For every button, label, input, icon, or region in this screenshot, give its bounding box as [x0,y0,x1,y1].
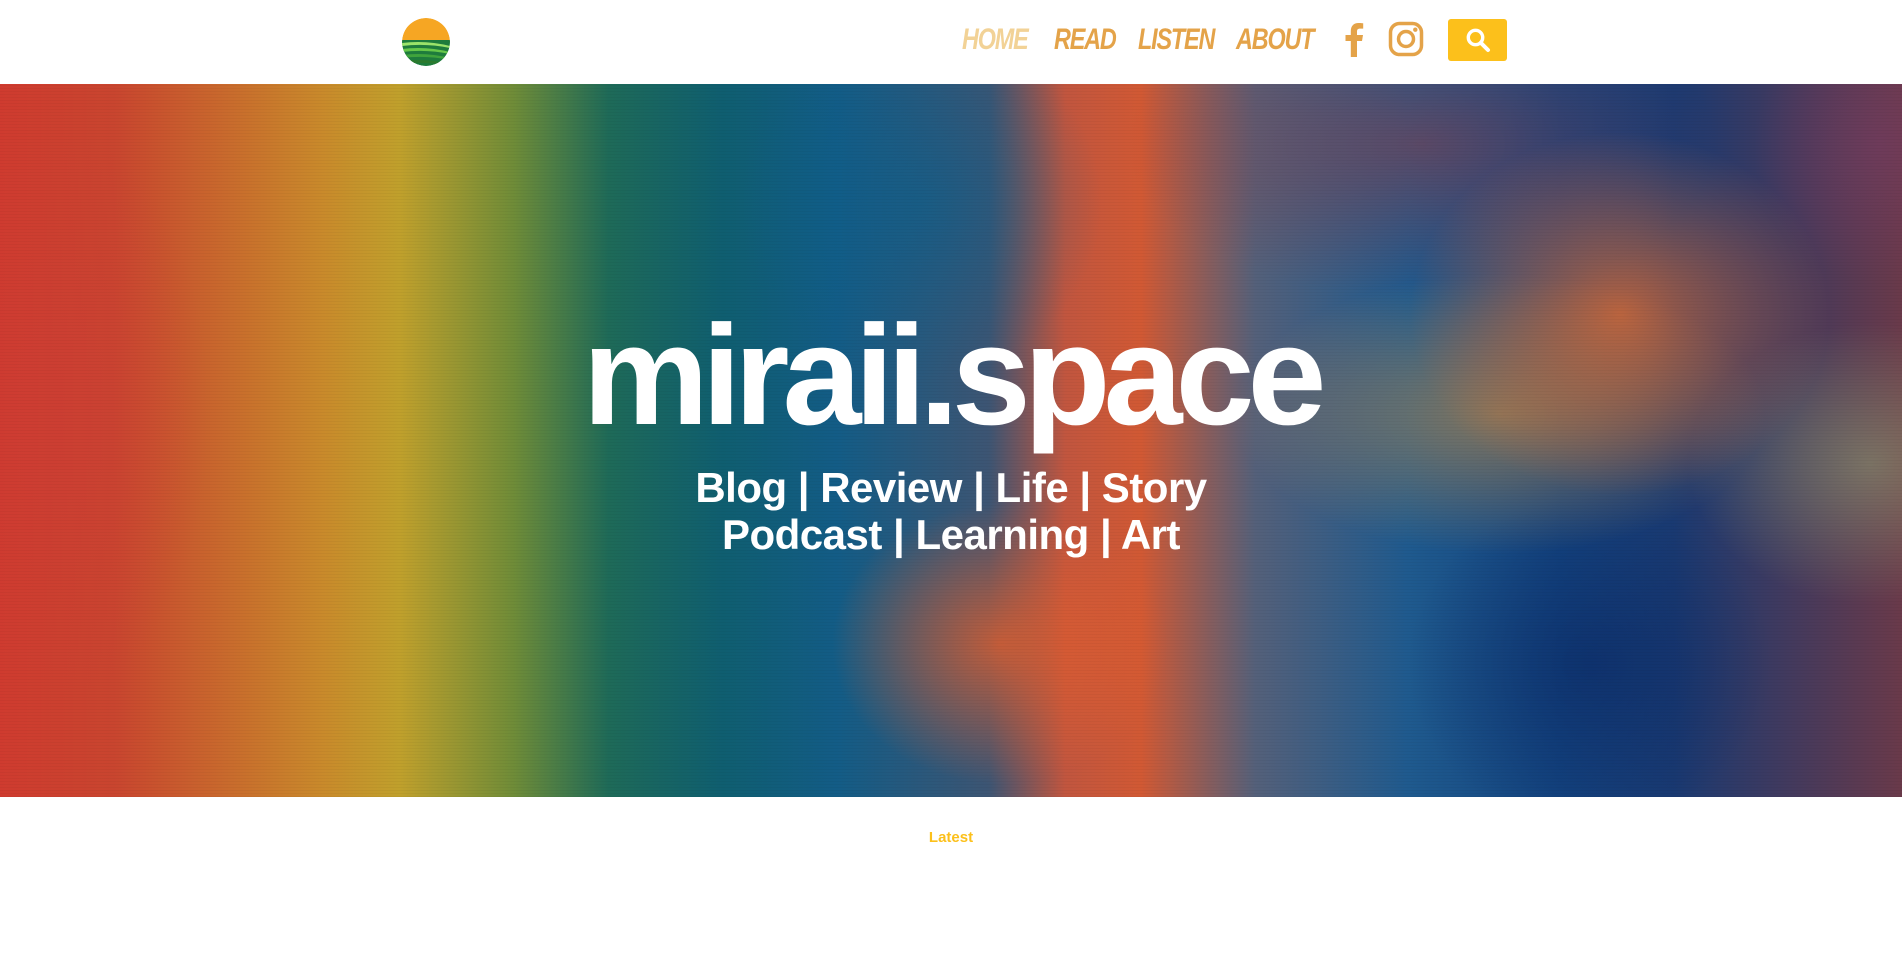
latest-section-label: Latest [928,829,974,846]
nav-read[interactable]: Read [1054,20,1117,60]
nav-about[interactable]: About [1236,20,1315,60]
instagram-icon [1388,21,1424,57]
site-title: miraii.space [582,296,1327,455]
tagline-line-1: Blog | Review | Life | Story [695,464,1207,511]
facebook-icon [1345,23,1364,57]
instagram-link[interactable] [1388,21,1424,57]
tagline-line-2: Podcast | Learning | Art [721,511,1181,558]
hero-banner: miraii.space Blog | Review | Life | Stor… [0,84,1902,797]
nav-listen[interactable]: Listen [1138,20,1215,60]
facebook-link[interactable] [1342,21,1366,57]
sunset-logo-icon [402,18,450,66]
nav-home[interactable]: Home [962,20,1029,60]
site-logo[interactable] [402,18,450,66]
search-button[interactable] [1448,19,1507,61]
site-header: Home Read Listen About [0,0,1902,84]
search-icon [1466,28,1490,52]
